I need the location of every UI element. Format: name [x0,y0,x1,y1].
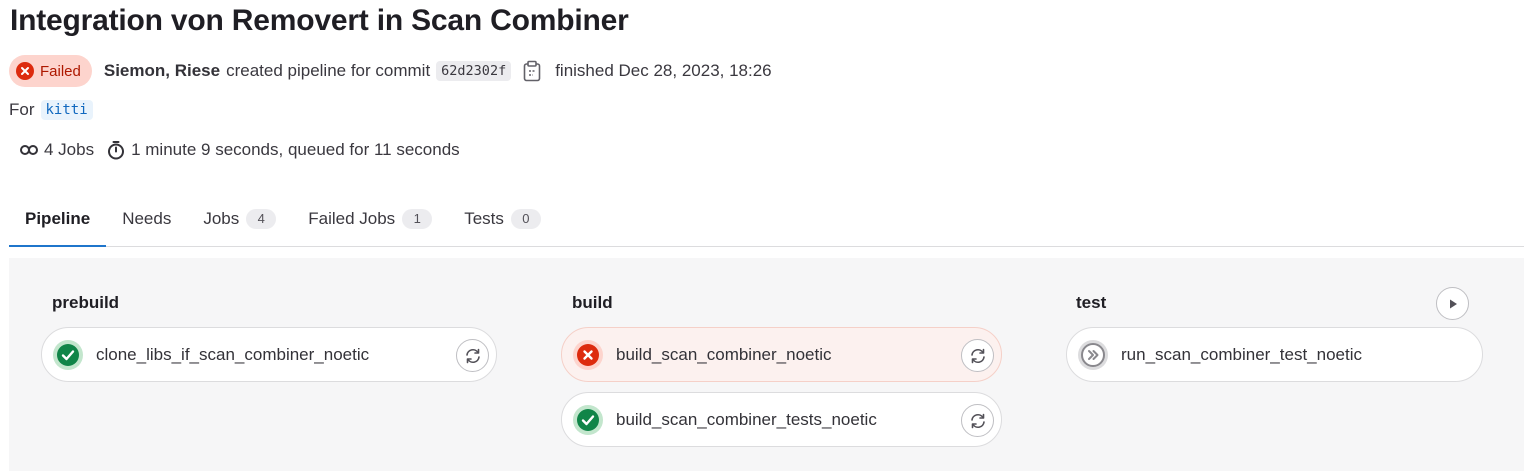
pipeline-meta: Failed Siemon, Riese created pipeline fo… [9,54,772,88]
failed-status-icon [16,62,34,80]
retry-icon [970,348,985,363]
stage-title-build: build [572,293,613,312]
tab-pipeline[interactable]: Pipeline [9,192,107,247]
tab-count-badge: 0 [510,209,541,229]
finished-time: finished Dec 28, 2023, 18:26 [555,61,772,80]
tab-label: Jobs [203,209,240,228]
status-badge-label: Failed [40,62,81,80]
tab-label: Tests [464,209,504,228]
copy-commit-button[interactable] [521,59,543,83]
play-icon [1449,299,1457,308]
commit-sha-link[interactable]: 62d2302f [436,61,512,81]
pipeline-icon [20,145,38,155]
retry-button[interactable] [961,339,994,372]
job-run-scan-combiner-test[interactable]: run_scan_combiner_test_noetic [1066,327,1483,382]
tab-count-badge: 1 [402,209,433,229]
tab-label: Needs [122,209,172,228]
retry-icon [970,413,985,428]
tab-label: Failed Jobs [308,209,396,228]
tab-label: Pipeline [25,209,91,228]
tab-failed-jobs[interactable]: Failed Jobs 1 [292,192,448,246]
failed-status-icon [573,339,603,370]
retry-icon [465,348,480,363]
jobs-count: 4 Jobs [44,140,95,159]
success-status-icon [573,404,603,435]
pipeline-tabs: Pipeline Needs Jobs 4 Failed Jobs 1 Test… [9,192,1524,247]
retry-button[interactable] [456,339,489,372]
duration-text: 1 minute 9 seconds, queued for 11 second… [131,140,460,159]
clipboard-icon [523,60,541,82]
job-name: clone_libs_if_scan_combiner_noetic [96,344,370,364]
ref-row: For kitti [9,100,93,120]
pipeline-graph: prebuild clone_libs_if_scan_combiner_noe… [9,258,1524,471]
tab-tests[interactable]: Tests 0 [448,192,557,246]
success-status-icon [53,339,83,370]
page-title: Integration von Removert in Scan Combine… [10,4,629,37]
job-name: build_scan_combiner_noetic [616,344,832,364]
job-build-scan-combiner-tests[interactable]: build_scan_combiner_tests_noetic [561,392,1002,447]
status-badge[interactable]: Failed [9,55,92,87]
tab-jobs[interactable]: Jobs 4 [187,192,292,246]
stage-title-prebuild: prebuild [52,293,120,312]
retry-button[interactable] [961,404,994,437]
tab-needs[interactable]: Needs [106,192,187,246]
job-name: run_scan_combiner_test_noetic [1121,344,1362,364]
author-link[interactable]: Siemon, Riese [104,61,220,81]
job-clone-libs[interactable]: clone_libs_if_scan_combiner_noetic [41,327,497,382]
tab-count-badge: 4 [246,209,277,229]
timer-icon [108,141,125,160]
stage-title-test: test [1076,293,1107,312]
pipeline-stats: 4 Jobs 1 minute 9 seconds, queued for 11… [19,140,460,160]
stage-play-button[interactable] [1436,287,1469,320]
skipped-status-icon [1078,339,1108,370]
job-name: build_scan_combiner_tests_noetic [616,409,877,429]
ref-prefix: For [9,100,35,119]
ref-branch-link[interactable]: kitti [40,100,93,120]
job-build-scan-combiner[interactable]: build_scan_combiner_noetic [561,327,1002,382]
action-text: created pipeline for commit [226,61,431,80]
